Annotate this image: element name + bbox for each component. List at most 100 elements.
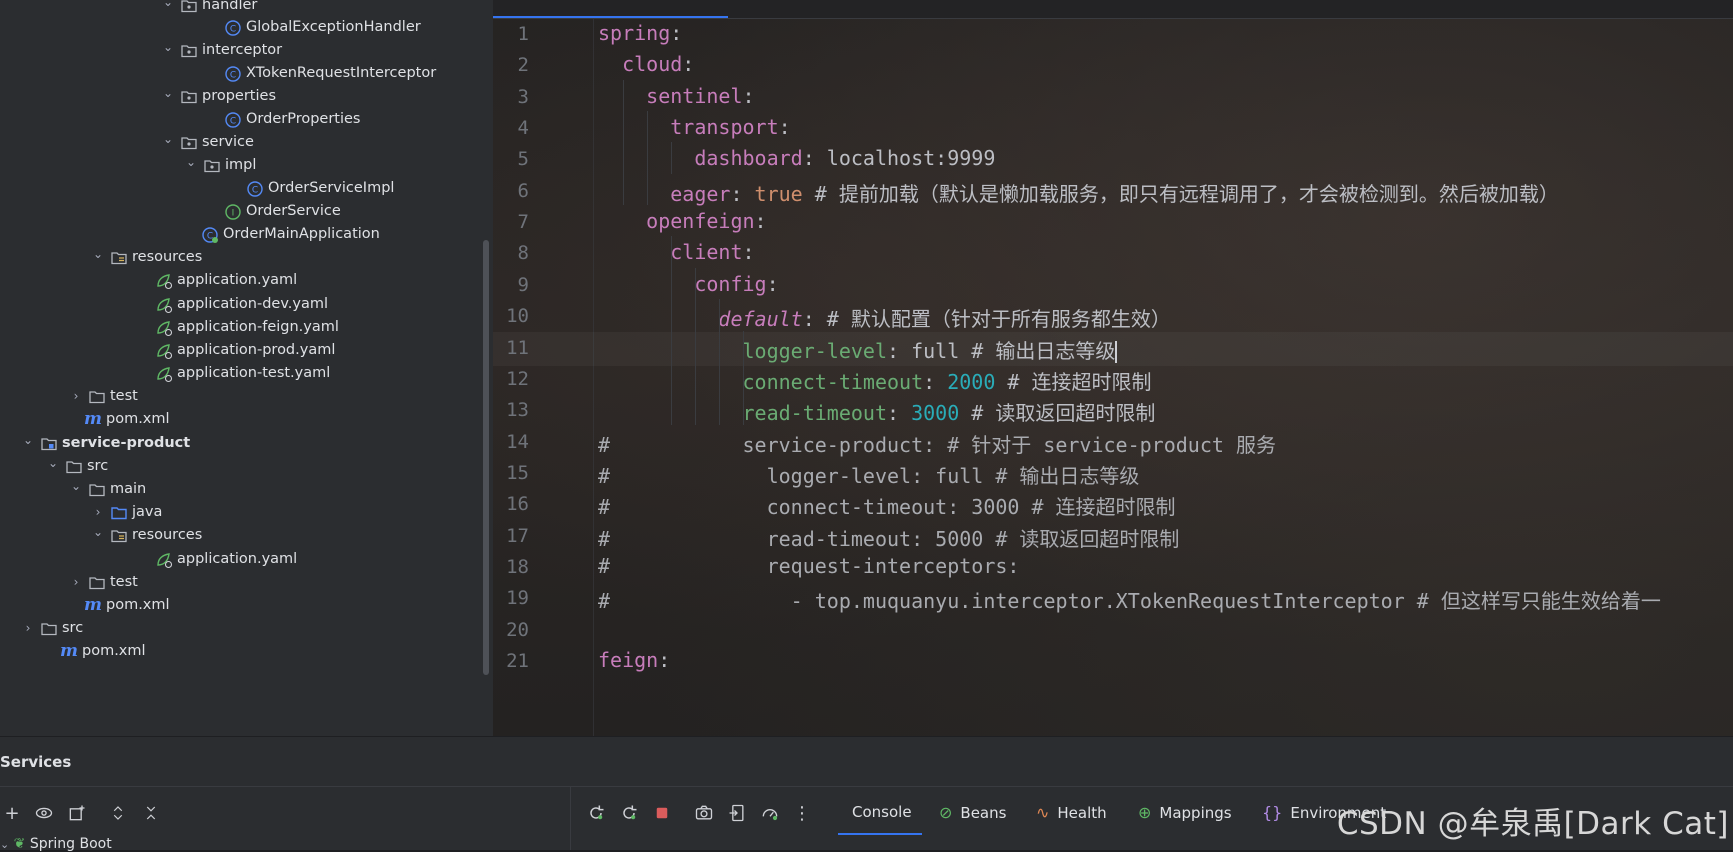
gutter-separator [593,18,594,736]
tree-item[interactable]: ⌄ main [68,477,146,502]
tree-item[interactable]: C GlobalExceptionHandler [224,15,421,40]
code-line[interactable]: dashboard: localhost:9999 [598,146,995,170]
code-line[interactable]: spring: [598,21,682,45]
code-line[interactable]: transport: [598,115,790,139]
tab-health[interactable]: ∿ Health [1036,803,1107,822]
tree-item[interactable]: application.yaml [155,268,297,293]
tree-item-label: service-product [62,435,191,451]
tree-item[interactable]: C OrderMainApplication [201,222,380,247]
chevron-down-icon[interactable]: ⌄ [20,428,36,453]
tree-item[interactable]: ⌄ resources [90,245,202,270]
new-group-icon[interactable] [65,801,89,825]
line-number: 10 [506,305,529,328]
chevron-right-icon[interactable]: › [68,384,84,409]
tree-item[interactable]: ⌄ impl [183,153,256,178]
tab-beans[interactable]: ⊘ Beans [939,803,1006,822]
chevron-down-icon[interactable]: ⌄ [183,150,199,175]
tree-item[interactable]: m pom.xml [60,639,146,664]
tab-console[interactable]: Console [852,803,912,821]
csdn-watermark: CSDN @牟泉禹[Dark Cat] [1336,806,1729,842]
folder-icon [88,574,106,592]
chevron-down-icon[interactable]: ⌄ [90,242,106,267]
tree-item[interactable]: › test [68,570,138,595]
tree-item[interactable]: application-prod.yaml [155,338,335,363]
package-folder-icon [180,0,198,15]
chevron-right-icon[interactable]: › [68,570,84,595]
tree-item[interactable]: application-dev.yaml [155,292,328,317]
indent-guide [695,267,696,425]
code-line[interactable]: # service-product: # 针对于 service-product… [598,429,1276,458]
code-token: 2000 [947,369,996,394]
package-folder-icon [180,134,198,152]
add-icon[interactable]: + [0,801,24,825]
code-line[interactable]: # connect-timeout: 3000 # 连接超时限制 [598,491,1176,520]
eye-icon[interactable] [32,801,56,825]
tree-item[interactable]: C OrderServiceImpl [246,176,394,201]
code-line[interactable]: feign: [598,648,670,672]
code-token: # read-timeout: 5000 # 读取返回超时限制 [598,526,1180,551]
yaml-file-icon [155,296,173,314]
tree-item[interactable]: m pom.xml [84,407,170,432]
tab-mappings[interactable]: ⊕ Mappings [1138,803,1232,822]
code-line[interactable]: # read-timeout: 5000 # 读取返回超时限制 [598,523,1179,552]
tree-item[interactable]: ⌄ resources [90,523,202,548]
tree-item[interactable]: ⌄ service [160,130,254,155]
chevron-down-icon[interactable]: ⌄ [160,127,176,152]
camera-icon[interactable] [692,801,716,825]
chevron-down-icon[interactable]: ⌄ [160,81,176,106]
resources-folder-icon [110,249,128,267]
line-number: 1 [517,23,529,45]
import-icon[interactable] [725,801,749,825]
line-number: 20 [506,618,529,641]
tree-item[interactable]: › src [20,616,84,641]
tree-item[interactable]: ⌄ properties [160,84,276,109]
code-line[interactable]: default: # 默认配置（针对于所有服务都生效） [598,303,1171,332]
chevron-down-icon[interactable]: ⌄ [45,451,61,476]
more-options-icon[interactable]: ⋮ [790,801,814,825]
chevron-down-icon[interactable]: ⌄ [90,520,106,545]
tree-item[interactable]: application-test.yaml [155,361,330,386]
chevron-down-icon[interactable]: ⌄ [68,474,84,499]
code-line[interactable]: openfeign: [598,209,766,233]
yaml-file-icon [155,272,173,290]
stop-icon[interactable] [650,801,674,825]
package-folder-icon [180,88,198,106]
code-line[interactable]: cloud: [598,52,694,76]
rerun-icon[interactable] [584,801,608,825]
code-line[interactable]: config: [598,272,778,296]
tree-item[interactable]: I OrderService [224,199,341,224]
code-token: : [730,181,755,206]
tree-item[interactable]: application-feign.yaml [155,315,339,340]
code-line[interactable]: client: [598,240,754,264]
tree-item[interactable]: application.yaml [155,547,297,572]
services-tree-item-spring-boot[interactable]: ⌄ ❦ Spring Boot [0,836,112,852]
code-token: : # 默认配置（针对于所有服务都生效） [802,307,1171,332]
chevron-right-icon[interactable]: › [20,616,36,641]
line-number: 11 [506,336,529,359]
project-scrollbar[interactable] [483,240,489,675]
code-line[interactable]: # request-interceptors: [598,554,1019,578]
line-number: 13 [506,399,529,422]
chevron-down-icon[interactable]: ⌄ [160,35,176,60]
tree-item[interactable]: m pom.xml [84,593,170,618]
tree-item[interactable]: › test [68,384,138,409]
tree-item[interactable]: ⌄ interceptor [160,38,282,63]
code-token: : [670,21,683,45]
editor-tab-bar[interactable] [493,0,1733,19]
tree-item[interactable]: C XTokenRequestInterceptor [224,61,436,86]
profiler-icon[interactable] [758,801,782,825]
code-line[interactable]: # logger-level: full # 输出日志等级 [598,460,1139,489]
code-editor[interactable]: 1 spring: 2 cloud: 3 sentinel: 4 transport: 5… [493,0,1733,736]
restart-icon[interactable] [617,801,641,825]
code-line[interactable]: # - top.muquanyu.interceptor.XTokenReque… [598,585,1661,614]
spring-boot-class-icon: C [201,226,219,244]
code-line[interactable]: sentinel: [598,84,754,108]
expand-all-icon[interactable] [106,801,130,825]
tree-item[interactable]: C OrderProperties [224,107,361,132]
code-line[interactable]: eager: true # 提前加载（默认是懒加载服务，即只有远程调用了，才会被… [598,178,1559,207]
code-line[interactable]: read-timeout: 3000 # 读取返回超时限制 [598,397,1155,426]
code-line[interactable]: connect-timeout: 2000 # 连接超时限制 [598,366,1151,395]
collapse-all-icon[interactable] [139,801,163,825]
chevron-down-icon[interactable]: ⌄ [160,0,176,15]
code-line[interactable]: logger-level: full # 输出日志等级 [598,335,1118,364]
